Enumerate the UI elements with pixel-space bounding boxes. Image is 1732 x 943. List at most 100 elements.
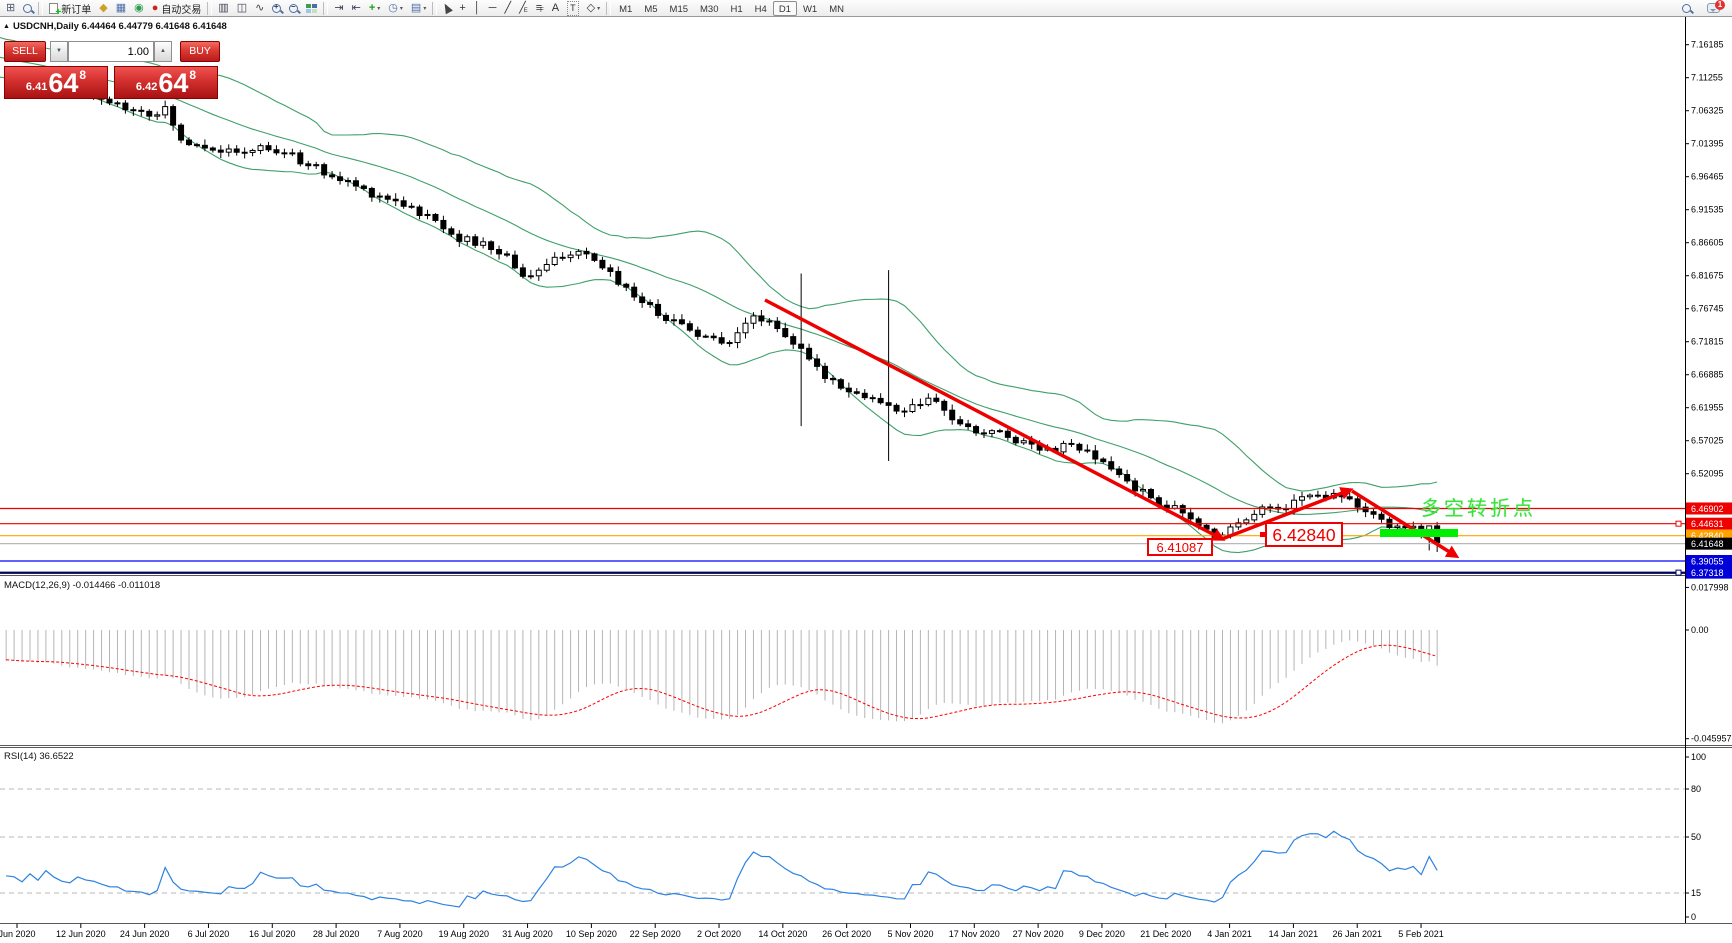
svg-text:6.41648: 6.41648 [1691, 539, 1724, 549]
chart-shift-icon[interactable]: ⇤ [348, 1, 365, 16]
svg-text:31 Aug 2020: 31 Aug 2020 [502, 929, 553, 939]
svg-text:6.81675: 6.81675 [1691, 271, 1724, 281]
timeframe-M5[interactable]: M5 [638, 1, 663, 16]
timeframe-H4[interactable]: H4 [749, 1, 773, 16]
cursor-icon[interactable] [439, 1, 455, 16]
shapes-icon[interactable]: ◇▾ [583, 1, 604, 16]
periods-icon[interactable]: ◷▾ [384, 1, 407, 16]
add-indicator-icon[interactable]: +▾ [365, 1, 384, 16]
timeframe-MN[interactable]: MN [823, 1, 850, 16]
svg-text:14 Oct 2020: 14 Oct 2020 [758, 929, 807, 939]
sell-button[interactable]: SELL [4, 41, 46, 62]
date-axis: Jun 202012 Jun 202024 Jun 20206 Jul 2020… [0, 924, 1444, 940]
notification-badge: 1 [1715, 0, 1725, 10]
svg-text:28 Jul 2020: 28 Jul 2020 [313, 929, 360, 939]
svg-text:7.11255: 7.11255 [1691, 73, 1723, 83]
volume-input[interactable] [68, 41, 154, 62]
macd-indicator-label: MACD(12,26,9) -0.014466 -0.011018 [4, 580, 160, 591]
one-click-trading-panel: SELL ▼ ▲ BUY 6.41648 6.42648 [4, 39, 220, 99]
channel-icon[interactable]: ╱E [515, 1, 532, 16]
zoom-in-icon[interactable]: + [268, 1, 285, 16]
templates-icon[interactable]: ▤▾ [407, 1, 430, 16]
annotation-turning-point[interactable]: 多空转折点 [1421, 492, 1536, 521]
signals-icon[interactable]: ◉ [130, 1, 148, 16]
svg-text:21 Dec 2020: 21 Dec 2020 [1140, 929, 1191, 939]
candlesticks [28, 72, 1440, 552]
svg-text:26 Jan 2021: 26 Jan 2021 [1332, 929, 1382, 939]
chart-candles-icon[interactable]: ◫ [233, 1, 251, 16]
pane-frame [0, 17, 1732, 924]
price-level-line-6.39055[interactable]: 6.39055 [0, 555, 1732, 567]
svg-text:2 Oct 2020: 2 Oct 2020 [697, 929, 741, 939]
svg-text:6.91535: 6.91535 [1691, 205, 1724, 215]
tile-windows-icon[interactable] [302, 1, 321, 16]
symbol-marker-icon: ▲ [3, 23, 10, 30]
crosshair-icon[interactable]: + [455, 1, 469, 16]
svg-text:100: 100 [1691, 752, 1706, 762]
svg-text:6.46902: 6.46902 [1691, 504, 1724, 514]
new-order-button-label: 新订单 [61, 1, 91, 16]
sell-price-prefix: 6.41 [26, 81, 47, 93]
svg-text:22 Sep 2020: 22 Sep 2020 [630, 929, 681, 939]
svg-text:5 Nov 2020: 5 Nov 2020 [887, 929, 933, 939]
volume-increase-button[interactable]: ▲ [154, 41, 172, 62]
buy-button[interactable]: BUY [180, 41, 220, 62]
label-icon[interactable]: T [563, 1, 583, 16]
svg-text:-0.045957: -0.045957 [1691, 734, 1732, 744]
svg-text:7.01395: 7.01395 [1691, 139, 1724, 149]
price-level-line-6.41648[interactable]: 6.41648 [0, 538, 1732, 550]
svg-text:4 Jan 2021: 4 Jan 2021 [1207, 929, 1252, 939]
svg-text:0: 0 [1691, 912, 1696, 922]
trendline-icon[interactable]: ╱ [500, 1, 515, 16]
timeframe-M30[interactable]: M30 [694, 1, 724, 16]
zoom-out-icon[interactable]: − [285, 1, 302, 16]
autoscroll-icon[interactable]: ⇥ [330, 1, 347, 16]
timeframe-D1[interactable]: D1 [773, 1, 797, 16]
new-order-button[interactable]: +新订单 [45, 1, 95, 16]
trend-arrow-1[interactable] [765, 300, 1222, 539]
chat-icon[interactable]: 1 [1703, 1, 1724, 16]
svg-text:6.76745: 6.76745 [1691, 304, 1724, 314]
volume-decrease-button[interactable]: ▼ [50, 41, 68, 62]
autotrading-button-label: 自动交易 [161, 1, 201, 16]
search-icon[interactable] [1678, 1, 1695, 16]
market-watch-icon[interactable]: ▦ [112, 1, 130, 16]
annotation-low-price[interactable]: 6.41087 [1147, 538, 1213, 556]
buy-price-pips: 64 [158, 70, 188, 96]
svg-text:7 Aug 2020: 7 Aug 2020 [377, 929, 423, 939]
toolbar: ⊞+新订单◆▦◉●自动交易▥◫∿+−⇥⇤+▾◷▾▤▾+│─╱╱E≡FAT◇▾M1… [0, 0, 1732, 17]
timeframe-W1[interactable]: W1 [797, 1, 823, 16]
price-level-line-6.37318[interactable]: 6.37318 [0, 567, 1732, 579]
fibonacci-icon[interactable]: ≡F [532, 1, 548, 16]
rsi-line [6, 831, 1437, 907]
horizontal-line-icon[interactable]: ─ [485, 1, 501, 16]
chart-line-icon[interactable]: ∿ [251, 1, 268, 16]
svg-text:14 Jan 2021: 14 Jan 2021 [1269, 929, 1319, 939]
buy-price-display[interactable]: 6.42648 [114, 66, 218, 99]
timeframe-H1[interactable]: H1 [725, 1, 749, 16]
price-level-line-6.42840[interactable]: 6.42840 [0, 530, 1732, 542]
svg-text:6.86605: 6.86605 [1691, 238, 1724, 248]
svg-text:6 Jul 2020: 6 Jul 2020 [188, 929, 230, 939]
svg-text:27 Nov 2020: 27 Nov 2020 [1013, 929, 1064, 939]
sell-price-display[interactable]: 6.41648 [4, 66, 108, 99]
chart-bars-icon[interactable]: ▥ [214, 1, 232, 16]
timeframe-M15[interactable]: M15 [664, 1, 694, 16]
svg-text:17 Nov 2020: 17 Nov 2020 [949, 929, 1000, 939]
svg-text:6.96465: 6.96465 [1691, 172, 1724, 182]
svg-text:6.52095: 6.52095 [1691, 469, 1724, 479]
svg-text:6.57025: 6.57025 [1691, 436, 1724, 446]
highlight-rect[interactable] [1380, 529, 1458, 537]
svg-text:Jun 2020: Jun 2020 [0, 929, 36, 939]
timeframe-M1[interactable]: M1 [613, 1, 638, 16]
profiles-icon[interactable] [19, 1, 36, 16]
text-icon[interactable]: A [548, 1, 563, 16]
vertical-line-icon[interactable]: │ [470, 1, 485, 16]
svg-text:50: 50 [1691, 832, 1701, 842]
autotrading-button[interactable]: ●自动交易 [148, 1, 206, 16]
metaeditor-icon[interactable]: ◆ [95, 1, 111, 16]
annotation-level-price[interactable]: 6.42840 [1265, 522, 1343, 547]
bollinger-bands [0, 37, 1437, 553]
chart-canvas: 7.161857.112557.063257.013956.964656.915… [0, 0, 1732, 943]
new-chart-icon[interactable]: ⊞ [2, 1, 19, 16]
